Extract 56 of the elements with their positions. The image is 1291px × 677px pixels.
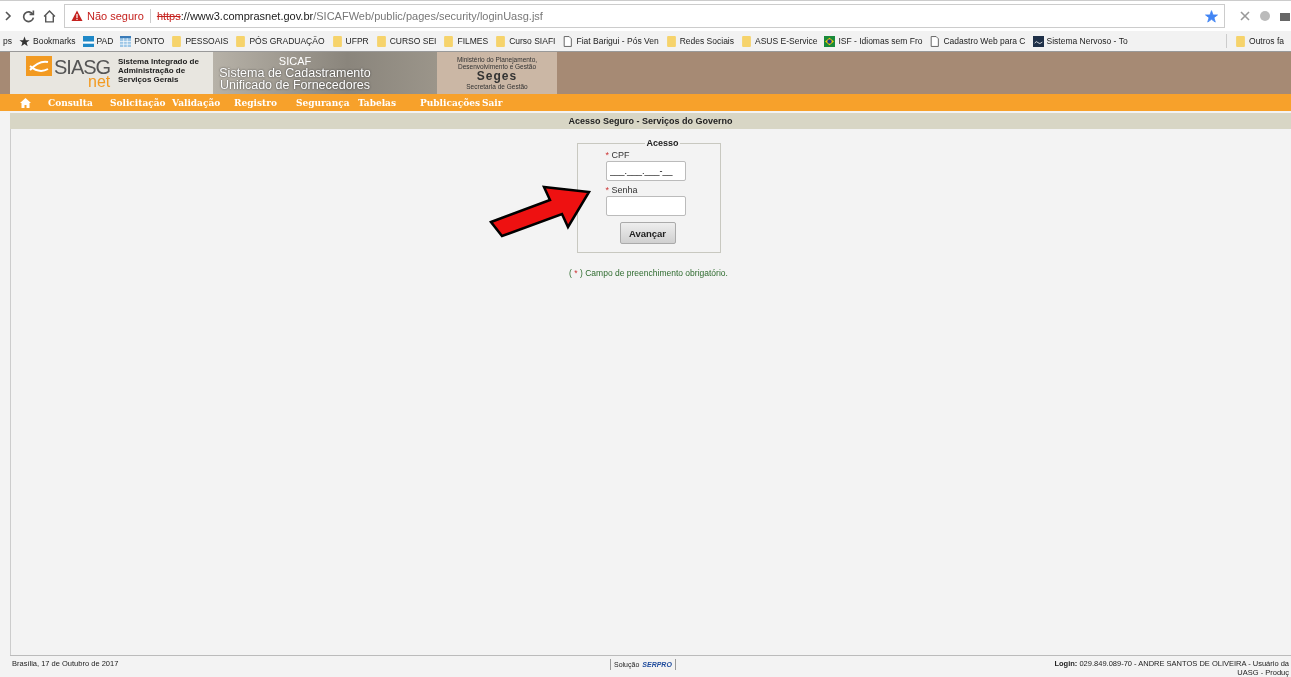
app-name: Unificado de Fornecedores [219, 78, 371, 91]
input-field[interactable]: ___.___.___-__ [605, 161, 686, 181]
bookmark-item[interactable]: PONTO [120, 35, 165, 47]
bookmark-item[interactable]: ASUS E-Service [741, 35, 818, 47]
app-icon [82, 35, 94, 47]
agency-name: Seges [476, 70, 518, 83]
folder-icon [495, 35, 507, 47]
bookmark-item[interactable]: Redes Sociais [665, 35, 734, 47]
page-icon [562, 35, 574, 47]
site-icon [1032, 35, 1044, 47]
url-text: https://www3.comprasnet.gov.br/SICAFWeb/public/pages/security/loginUasg.jsf [156, 10, 544, 22]
bookmark-item[interactable]: PAD [82, 35, 114, 47]
page-icon [929, 35, 941, 47]
bookmark-item[interactable]: ps [3, 36, 12, 46]
bookmark-folder[interactable]: Outros fa [1235, 35, 1284, 47]
reload-icon[interactable] [22, 9, 35, 23]
flag-icon [824, 35, 836, 47]
input-field[interactable] [605, 196, 686, 216]
bookmark-item[interactable]: PÓS GRADUAÇÃO [235, 35, 325, 47]
folder-icon [375, 35, 387, 47]
logo-icon [26, 56, 52, 76]
field-label: * CPF [605, 150, 631, 160]
folder-icon [665, 35, 677, 47]
forward-icon[interactable] [2, 10, 14, 22]
app-name: Sistema de Cadastramento [219, 66, 371, 79]
page-title: Acesso Seguro - Serviços do Governo [10, 113, 1291, 129]
folder-icon [331, 35, 343, 47]
star-icon [19, 35, 30, 47]
security-warning[interactable]: Não seguro [87, 10, 144, 22]
folder-icon [1235, 35, 1247, 47]
required-note: ( * ) Campo de preenchimento obrigatório. [569, 268, 728, 278]
app-acronym: SICAF [278, 55, 312, 67]
calendar-icon [120, 35, 132, 47]
system-name: Sistema Integrado de Administração de Serviços Gerais [117, 56, 200, 86]
logo-subtext: net [88, 74, 111, 90]
field-label: * Senha [605, 185, 639, 195]
home-icon[interactable] [43, 9, 56, 23]
warning-icon [71, 10, 83, 22]
submit-button[interactable]: Avançar [619, 222, 676, 244]
bookmark-item[interactable]: Fiat Barigui - Pós Ven [562, 35, 659, 47]
bookmark-item[interactable]: FILMES [443, 35, 489, 47]
bookmark-item[interactable]: UFPR [331, 35, 369, 47]
folder-icon [171, 35, 183, 47]
folder-icon [235, 35, 247, 47]
folder-icon [741, 35, 752, 47]
panel-legend: Acesso [645, 138, 680, 148]
address-bar[interactable]: Não seguro https://www3.comprasnet.gov.br/SICAFWeb/public/pages/security/loginUasg.jsf [64, 4, 1225, 28]
folder-icon [443, 35, 455, 47]
bookmark-item[interactable]: PESSOAIS [171, 35, 229, 47]
bookmark-item[interactable]: Sistema Nervoso - To [1032, 35, 1128, 47]
bookmark-item[interactable]: Cadastro Web para C [929, 35, 1026, 47]
bookmark-item[interactable]: Curso SIAFI [495, 35, 556, 47]
bookmark-item[interactable]: Bookmarks [19, 35, 76, 47]
bookmark-item[interactable]: ISF - Idiomas sem Fro [824, 35, 923, 47]
bookmark-star-icon[interactable] [1205, 9, 1218, 23]
bookmark-item[interactable]: CURSO SEI [375, 35, 437, 47]
